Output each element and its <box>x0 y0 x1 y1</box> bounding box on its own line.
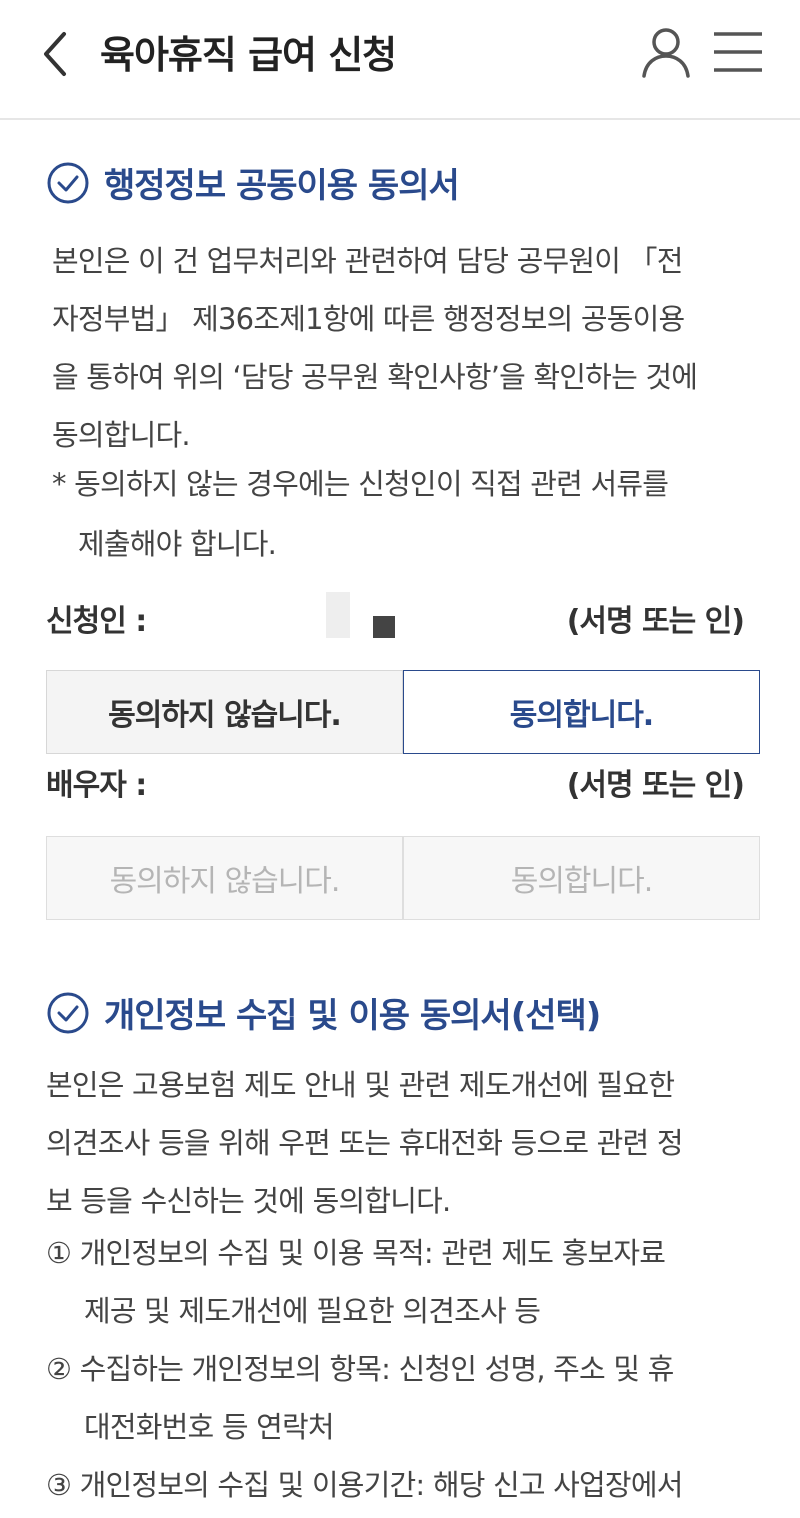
note-line: * 동의하지 않는 경우에는 신청인이 직접 관련 서류를 <box>52 467 669 501</box>
spouse-sign-note: (서명 또는 인) <box>566 768 745 803</box>
user-icon <box>642 28 690 78</box>
list-item-continuation: 대전화번호 등 연락처 <box>84 1410 335 1444</box>
list-item: ① 개인정보의 수집 및 이용 목적: 관련 제도 홍보자료 <box>46 1236 666 1270</box>
body-line: 의견조사 등을 위해 우편 또는 휴대전화 등으로 관련 정 <box>46 1126 684 1160</box>
list-item-continuation: 제공 및 제도개선에 필요한 의견조사 등 <box>84 1294 541 1328</box>
applicant-disagree-button[interactable]: 동의하지 않습니다. <box>46 670 403 754</box>
privacy-items: ① 개인정보의 수집 및 이용 목적: 관련 제도 홍보자료 제공 및 제도개선… <box>46 1224 683 1514</box>
consent-note: * 동의하지 않는 경우에는 신청인이 직접 관련 서류를 제출해야 합니다. <box>52 454 669 574</box>
signature-area <box>326 592 350 638</box>
note-line: 제출해야 합니다. <box>78 527 277 561</box>
back-button[interactable] <box>30 26 80 82</box>
body-line: 을 통하여 위의 ‘담당 공무원 확인사항’을 확인하는 것에 <box>52 360 698 394</box>
spouse-consent-buttons: 동의하지 않습니다. 동의합니다. <box>46 836 760 920</box>
menu-button[interactable] <box>712 30 764 74</box>
body-line: 보 등을 수신하는 것에 동의합니다. <box>46 1184 451 1218</box>
spouse-label: 배우자 : <box>46 768 147 803</box>
section-title-privacy: 개인정보 수집 및 이용 동의서(선택) <box>46 988 601 1037</box>
list-item: ③ 개인정보의 수집 및 이용기간: 해당 신고 사업장에서 <box>46 1468 683 1502</box>
section-title-text: 행정정보 공동이용 동의서 <box>104 166 460 206</box>
spouse-disagree-button[interactable]: 동의하지 않습니다. <box>46 836 403 920</box>
hamburger-menu-icon <box>714 32 762 72</box>
check-circle-icon <box>47 162 89 203</box>
spouse-agree-button[interactable]: 동의합니다. <box>403 836 760 920</box>
signature-mark <box>373 616 395 638</box>
applicant-label: 신청인 : <box>46 604 147 639</box>
consent-body: 본인은 이 건 업무처리와 관련하여 담당 공무원이 「전 자정부법」 제36조… <box>52 232 764 464</box>
applicant-agree-button[interactable]: 동의합니다. <box>403 670 760 754</box>
app-header: 육아휴직 급여 신청 <box>0 0 800 120</box>
list-item: ② 수집하는 개인정보의 항목: 신청인 성명, 주소 및 휴 <box>46 1352 674 1386</box>
section-title-admin-info: 행정정보 공동이용 동의서 <box>46 158 460 207</box>
applicant-consent-buttons: 동의하지 않습니다. 동의합니다. <box>46 670 760 754</box>
privacy-body: 본인은 고용보험 제도 안내 및 관련 제도개선에 필요한 의견조사 등을 위해… <box>46 1056 758 1230</box>
applicant-sign-note: (서명 또는 인) <box>566 604 745 639</box>
page-title: 육아휴직 급여 신청 <box>100 33 397 77</box>
body-line: 자정부법」 제36조제1항에 따른 행정정보의 공동이용 <box>52 302 685 336</box>
back-arrow-icon <box>44 32 66 76</box>
user-button[interactable] <box>638 24 694 80</box>
section-title-text: 개인정보 수집 및 이용 동의서(선택) <box>104 996 601 1036</box>
body-line: 본인은 이 건 업무처리와 관련하여 담당 공무원이 「전 <box>52 244 683 278</box>
check-circle-icon <box>47 992 89 1033</box>
body-line: 본인은 고용보험 제도 안내 및 관련 제도개선에 필요한 <box>46 1068 675 1102</box>
